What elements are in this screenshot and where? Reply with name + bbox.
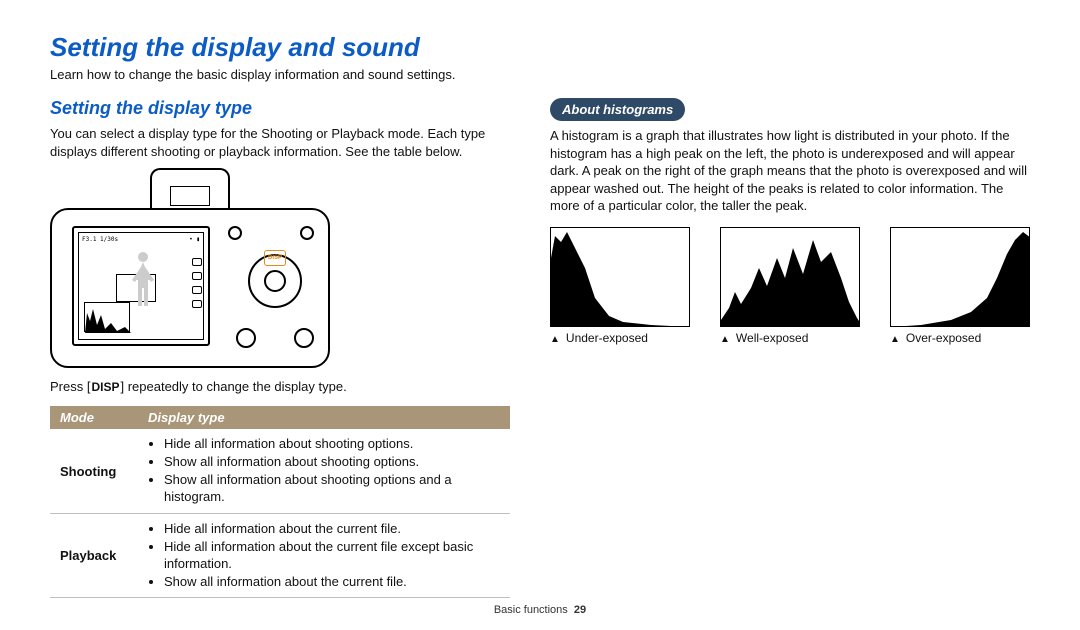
disp-key-label: DISP [90,378,120,396]
camera-button-small-1 [228,226,242,240]
list-item: Hide all information about the current f… [164,539,500,573]
camera-illustration: F3.1 1/30s • ▮ [50,168,340,368]
histogram-over-exposed [890,227,1030,327]
table-header-mode: Mode [50,406,138,429]
page-footer: Basic functions 29 [0,604,1080,616]
mini-histogram-icon [84,302,130,332]
display-type-para: You can select a display type for the Sh… [50,125,510,160]
mode-shooting: Shooting [50,429,138,513]
list-item: Hide all information about shooting opti… [164,436,500,453]
disp-button-highlight: DISP [264,250,286,266]
screen-icon-1 [192,258,202,266]
subheading-display-type: Setting the display type [50,98,510,119]
caption-over-exposed: Over-exposed [890,331,1030,345]
screen-icon-3 [192,286,202,294]
caption-under-exposed: Under-exposed [550,331,690,345]
page-title: Setting the display and sound [50,32,1030,63]
camera-button-bottom-1 [236,328,256,348]
caption-well-exposed: Well-exposed [720,331,860,345]
footer-page-number: 29 [574,604,586,616]
person-silhouette-icon [128,250,158,310]
list-item: Show all information about the current f… [164,574,500,591]
display-type-table: Mode Display type Shooting Hide all info… [50,406,510,598]
footer-section: Basic functions [494,604,568,616]
about-histograms-pill: About histograms [550,98,685,121]
table-row: Playback Hide all information about the … [50,513,510,598]
mode-playback: Playback [50,513,138,598]
table-header-display-type: Display type [138,406,510,429]
screen-icon-2 [192,272,202,280]
camera-button-small-2 [300,226,314,240]
list-item: Show all information about shooting opti… [164,454,500,471]
table-row: Shooting Hide all information about shoo… [50,429,510,513]
press-disp-instruction: Press [DISP] repeatedly to change the di… [50,378,510,396]
screen-readout-right: • ▮ [189,236,200,243]
right-column: About histograms A histogram is a graph … [550,98,1030,598]
screen-readout-left: F3.1 1/30s [82,236,118,243]
list-item: Hide all information about the current f… [164,521,500,538]
about-histograms-para: A histogram is a graph that illustrates … [550,127,1030,215]
camera-dpad-center [264,270,286,292]
screen-icon-4 [192,300,202,308]
histogram-under-exposed [550,227,690,327]
list-item: Show all information about shooting opti… [164,472,500,506]
histogram-well-exposed [720,227,860,327]
camera-button-bottom-2 [294,328,314,348]
left-column: Setting the display type You can select … [50,98,510,598]
intro-text: Learn how to change the basic display in… [50,67,1030,82]
